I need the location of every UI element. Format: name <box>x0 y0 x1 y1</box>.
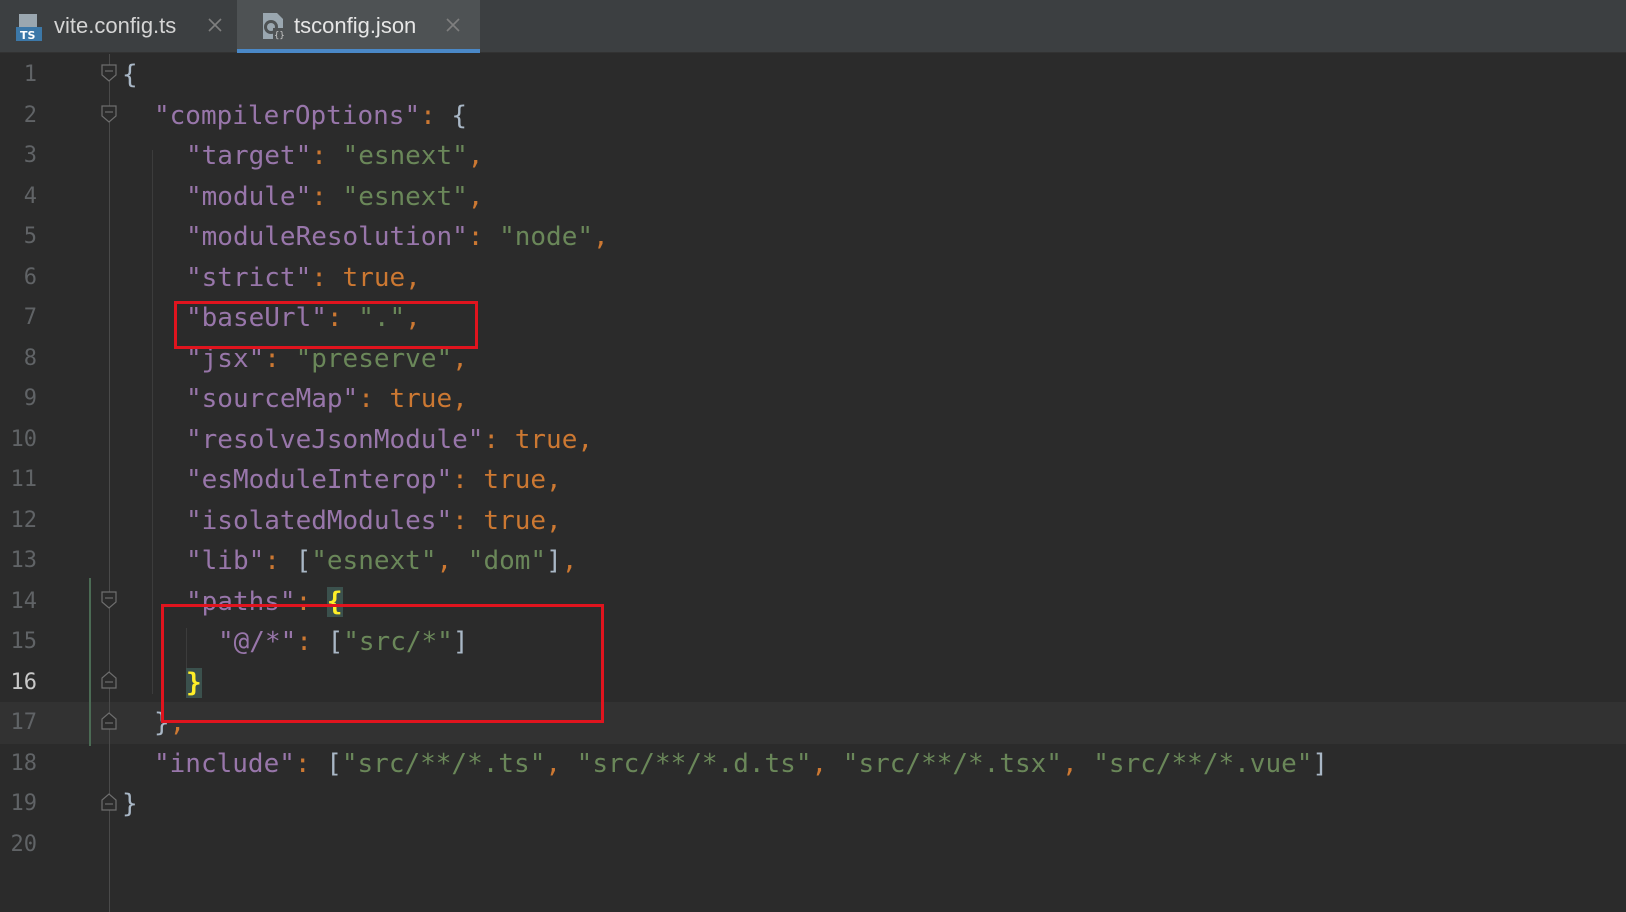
line-number: 13 <box>10 548 38 573</box>
line-number: 1 <box>23 62 37 87</box>
line-number: 4 <box>23 184 37 209</box>
line-number: 14 <box>10 589 38 614</box>
fold-close-icon[interactable] <box>101 671 117 689</box>
line-number: 8 <box>23 346 37 371</box>
fold-open-icon[interactable] <box>101 64 117 82</box>
code-editor[interactable]: 1 2 3 4 5 6 7 8 9 10 11 12 13 14 15 16 1… <box>0 54 1626 912</box>
code-line-5: "moduleResolution": "node", <box>186 222 609 252</box>
line-number: 15 <box>10 629 38 654</box>
line-number: 11 <box>10 467 38 492</box>
code-line-2: "compilerOptions": { <box>154 101 468 131</box>
line-number: 9 <box>23 386 37 411</box>
line-number: 10 <box>10 427 38 452</box>
line-number-current: 16 <box>10 670 38 695</box>
line-number: 19 <box>10 791 38 816</box>
line-number: 6 <box>23 265 37 290</box>
line-number: 5 <box>23 224 37 249</box>
fold-close-icon[interactable] <box>101 793 117 811</box>
code-line-9: "sourceMap": true, <box>186 384 468 414</box>
code-line-1: { <box>122 60 138 90</box>
tab-label: tsconfig.json <box>294 13 417 38</box>
code-line-12: "isolatedModules": true, <box>186 506 562 536</box>
vcs-change-marker <box>89 578 91 746</box>
line-number: 18 <box>10 751 38 776</box>
line-number: 2 <box>23 103 37 128</box>
typescript-file-icon: TS <box>16 14 42 42</box>
code-line-13: "lib": ["esnext", "dom"], <box>186 546 578 576</box>
line-number: 12 <box>10 508 38 533</box>
fold-open-icon[interactable] <box>101 591 117 609</box>
line-number: 3 <box>23 143 37 168</box>
annotation-box-paths <box>161 604 604 723</box>
line-number: 7 <box>23 305 37 330</box>
code-line-6: "strict": true, <box>186 263 421 293</box>
code-line-3: "target": "esnext", <box>186 141 484 171</box>
tab-tsconfig[interactable]: {} tsconfig.json <box>237 0 480 53</box>
fold-gutter-line <box>109 54 110 912</box>
close-icon[interactable] <box>207 17 223 33</box>
ide-window: TS vite.config.ts {} tsconfig.json 1 2 3… <box>0 0 1626 912</box>
fold-open-icon[interactable] <box>101 105 117 123</box>
line-number: 17 <box>10 710 38 735</box>
code-line-19: } <box>122 789 138 819</box>
svg-text:TS: TS <box>20 29 36 42</box>
tab-vite-config[interactable]: TS vite.config.ts <box>0 0 236 53</box>
annotation-box-baseurl <box>174 301 478 349</box>
line-number: 20 <box>10 832 38 857</box>
close-icon[interactable] <box>445 17 461 33</box>
code-line-11: "esModuleInterop": true, <box>186 465 562 495</box>
indent-guide <box>152 150 153 694</box>
code-line-10: "resolveJsonModule": true, <box>186 425 594 455</box>
code-line-18: "include": ["src/**/*.ts", "src/**/*.d.t… <box>154 749 1329 779</box>
fold-close-icon[interactable] <box>101 712 117 730</box>
svg-text:{}: {} <box>274 31 285 41</box>
tab-label: vite.config.ts <box>54 13 177 38</box>
json-config-file-icon: {} <box>263 13 285 41</box>
code-line-4: "module": "esnext", <box>186 182 484 212</box>
editor-tab-bar: TS vite.config.ts {} tsconfig.json <box>0 0 1626 53</box>
